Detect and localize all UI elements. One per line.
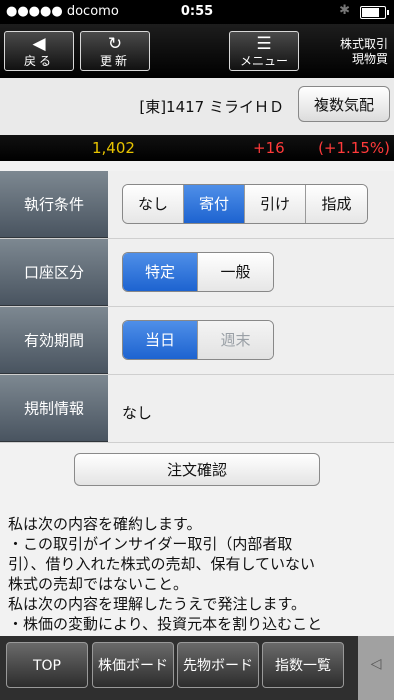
order-confirm-button[interactable]: 注文確認 <box>74 453 320 486</box>
exec-condition-segment: なし 寄付 引け 指成 <box>122 184 368 224</box>
nav-top[interactable]: TOP <box>6 642 88 688</box>
nav-stock-board[interactable]: 株価ボード <box>92 642 174 688</box>
clock: 0:55 <box>180 4 214 19</box>
back-button[interactable]: ◀ 戻る <box>4 31 74 71</box>
account-type-row: 口座区分 特定 一般 <box>0 239 394 307</box>
regulation-value: なし <box>122 404 153 422</box>
exec-condition-label: 執行条件 <box>0 171 108 238</box>
price-change: +16 <box>253 139 285 157</box>
validity-option-today[interactable]: 当日 <box>123 321 198 359</box>
price-change-percent: (+1.15%) <box>318 139 390 157</box>
validity-row: 有効期間 当日 週末 <box>0 307 394 375</box>
menu-list-icon: ☰ <box>256 34 272 54</box>
account-option-specific[interactable]: 特定 <box>123 253 198 291</box>
refresh-button[interactable]: ↻ 更新 <box>80 31 150 71</box>
chevron-left-icon: ◁ <box>370 656 382 672</box>
account-option-general[interactable]: 一般 <box>198 253 273 291</box>
status-bar: ●●●●● docomo 0:55 ✱ <box>0 0 394 24</box>
exec-option-opening[interactable]: 寄付 <box>184 185 245 223</box>
regulation-row: 規制情報 なし <box>0 375 394 443</box>
battery-icon <box>360 6 389 19</box>
menu-button[interactable]: ☰ メニュー <box>229 31 299 71</box>
multi-quote-button[interactable]: 複数気配 <box>298 86 390 122</box>
account-type-label: 口座区分 <box>0 239 108 306</box>
nav-scroll-handle[interactable]: ◁ <box>358 636 394 700</box>
screen-title: 株式取引 現物買 <box>339 37 388 66</box>
regulation-label: 規制情報 <box>0 375 108 442</box>
price-bar: 1,402 +16 (+1.15%) <box>0 135 394 161</box>
last-price: 1,402 <box>92 139 135 157</box>
refresh-icon: ↻ <box>107 34 123 54</box>
bottom-nav: TOP 株価ボード 先物ボード 指数一覧 <box>0 636 394 700</box>
back-arrow-icon: ◀ <box>32 34 46 54</box>
exec-option-none[interactable]: なし <box>123 185 184 223</box>
stock-header: [東]1417 ミライＨＤ 複数気配 <box>0 78 394 136</box>
nav-futures-board[interactable]: 先物ボード <box>177 642 259 688</box>
exec-option-limit-market[interactable]: 指成 <box>306 185 367 223</box>
validity-label: 有効期間 <box>0 307 108 374</box>
nav-index-list[interactable]: 指数一覧 <box>262 642 344 688</box>
stock-name: [東]1417 ミライＨＤ <box>139 98 284 116</box>
agreement-notice: 私は次の内容を確約します。 ・この取引がインサイダー取引（内部者取 引）、借り入… <box>8 515 323 633</box>
bluetooth-icon: ✱ <box>339 3 350 18</box>
account-type-segment: 特定 一般 <box>122 252 274 292</box>
validity-option-week: 週末 <box>198 321 273 359</box>
validity-segment: 当日 週末 <box>122 320 274 360</box>
toolbar: ◀ 戻る ↻ 更新 ☰ メニュー 株式取引 現物買 <box>0 24 394 78</box>
exec-condition-row: 執行条件 なし 寄付 引け 指成 <box>0 171 394 239</box>
exec-option-closing[interactable]: 引け <box>245 185 306 223</box>
